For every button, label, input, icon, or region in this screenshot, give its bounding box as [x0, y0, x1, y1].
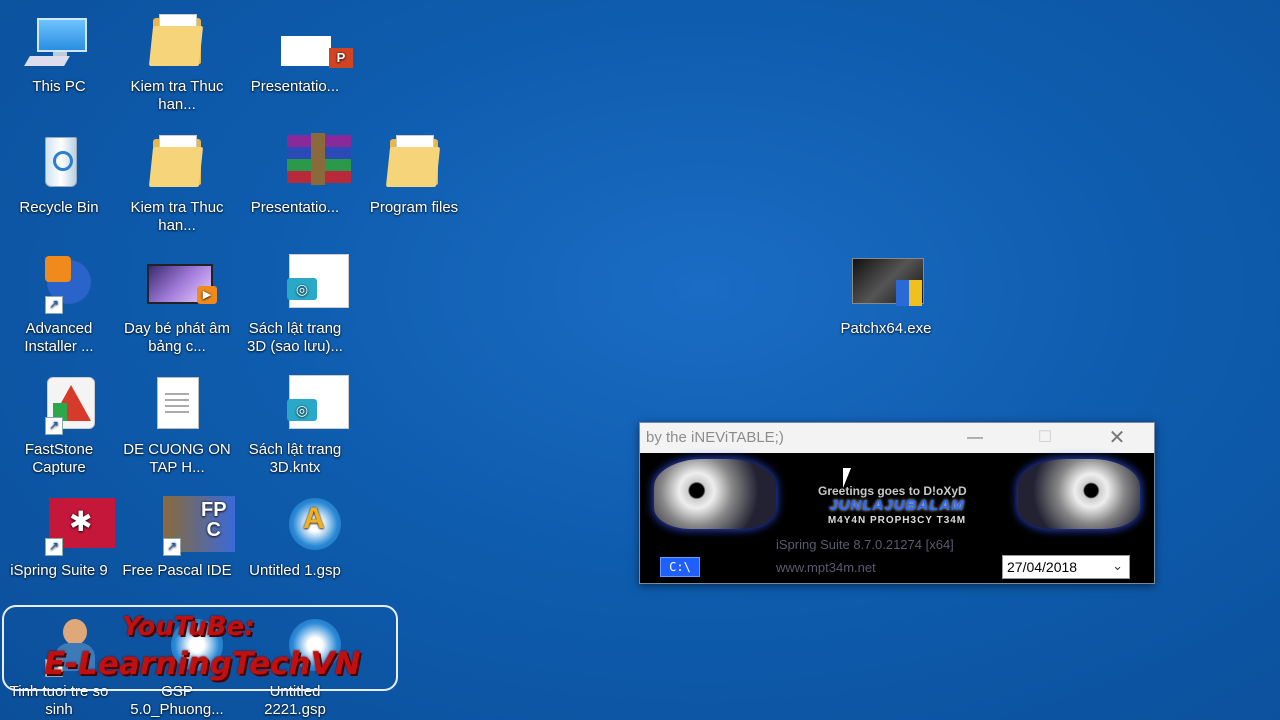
- date-picker[interactable]: 27/04/2018 ⌄: [1002, 555, 1130, 579]
- folder-icon: [141, 12, 213, 72]
- sach-lat-trang-2-icon-item[interactable]: ◎ Sách lật trang 3D.kntx: [236, 375, 354, 477]
- greetings-text: Greetings goes to D!oXyD: [818, 484, 967, 498]
- icon-label: Patchx64.exe: [840, 320, 932, 337]
- url-label: www.mpt34m.net: [776, 560, 876, 575]
- icon-label: Free Pascal IDE: [122, 562, 232, 579]
- watermark-line1: YouTuBe:: [122, 612, 255, 642]
- presentation-rar-icon-item[interactable]: Presentatio...: [236, 133, 354, 217]
- day-be-phat-icon-item[interactable]: ▶ Day bé phát âm bảng c...: [118, 254, 236, 356]
- icon-label: FastStone Capture: [24, 441, 94, 476]
- date-value: 27/04/2018: [1007, 559, 1078, 575]
- powerpoint-icon: P: [259, 12, 353, 72]
- patch-icon-item[interactable]: Patchx64.exe: [827, 254, 945, 338]
- icon-label: Presentatio...: [250, 199, 340, 216]
- kiem-tra-2-icon-item[interactable]: Kiem tra Thuc han...: [118, 133, 236, 235]
- gsp-icon: A: [259, 496, 341, 556]
- shortcut-arrow-icon: ↗: [45, 538, 63, 556]
- video-icon: ▶: [141, 254, 217, 314]
- shortcut-arrow-icon: ↗: [45, 417, 63, 435]
- faststone-icon: ↗: [23, 375, 95, 435]
- this-pc-icon-item[interactable]: This PC: [0, 12, 118, 96]
- icon-label: Sách lật trang 3D (sao lưu)...: [247, 320, 343, 355]
- shortcut-arrow-icon: ↗: [45, 296, 63, 314]
- icon-label: Presentatio...: [250, 78, 340, 95]
- kntx-file-icon: ◎: [259, 375, 349, 435]
- product-label: iSpring Suite 8.7.0.21274 [x64]: [776, 537, 954, 552]
- icon-label: DE CUONG ON TAP H...: [123, 441, 231, 476]
- patch-window: by the iNEViTABLE;) — ☐ ✕ Greetings goes…: [639, 422, 1155, 584]
- folder-icon: [141, 133, 213, 193]
- icon-label: Day bé phát âm bảng c...: [124, 320, 230, 355]
- shortcut-arrow-icon: ↗: [163, 538, 181, 556]
- recycle-bin-icon-item[interactable]: Recycle Bin: [0, 133, 118, 217]
- close-button[interactable]: ✕: [1094, 423, 1140, 453]
- icon-label: Sách lật trang 3D.kntx: [248, 441, 342, 476]
- banner-title: JUNLAJUBALAM: [829, 497, 965, 514]
- banner-subtitle: M4Y4N PROPH3CY T34M: [827, 515, 967, 526]
- folder-icon: [378, 133, 450, 193]
- sach-lat-trang-1-icon-item[interactable]: ◎ Sách lật trang 3D (sao lưu)...: [236, 254, 354, 356]
- ispring-icon: ✱ ↗: [23, 496, 115, 556]
- patch-exe-icon: [850, 254, 924, 314]
- icon-label: Kiem tra Thuc han...: [130, 78, 224, 113]
- untitled-1-icon-item[interactable]: A Untitled 1.gsp: [236, 496, 354, 580]
- de-cuong-icon-item[interactable]: DE CUONG ON TAP H...: [118, 375, 236, 477]
- icon-label: This PC: [32, 78, 86, 95]
- banner-area: Greetings goes to D!oXyD JUNLAJUBALAM M4…: [640, 453, 1154, 583]
- program-files-icon-item[interactable]: Program files: [355, 133, 473, 217]
- document-icon: [141, 375, 213, 435]
- faststone-icon-item[interactable]: ↗ FastStone Capture: [0, 375, 118, 477]
- kntx-file-icon: ◎: [259, 254, 349, 314]
- winrar-icon: [259, 133, 351, 193]
- watermark-line2: E-LearningTechVN: [44, 646, 361, 682]
- kiem-tra-1-icon-item[interactable]: Kiem tra Thuc han...: [118, 12, 236, 114]
- minimize-button[interactable]: —: [952, 423, 998, 453]
- installer-icon: ↗: [23, 254, 95, 314]
- maximize-button: ☐: [1037, 429, 1053, 446]
- chevron-down-icon[interactable]: ⌄: [1112, 558, 1123, 574]
- window-title: by the iNEViTABLE;): [646, 429, 784, 446]
- pascal-icon: FP C ↗: [141, 496, 235, 556]
- presentation-ppt-icon-item[interactable]: P Presentatio...: [236, 12, 354, 96]
- icon-label: Untitled 1.gsp: [249, 562, 341, 579]
- advanced-installer-icon-item[interactable]: ↗ Advanced Installer ...: [0, 254, 118, 356]
- icon-label: iSpring Suite 9: [10, 562, 108, 579]
- icon-label: Advanced Installer ...: [24, 320, 94, 355]
- computer-icon: [23, 12, 95, 72]
- window-titlebar[interactable]: by the iNEViTABLE;) — ☐ ✕: [640, 423, 1154, 453]
- free-pascal-icon-item[interactable]: FP C ↗ Free Pascal IDE: [118, 496, 236, 580]
- icon-label: Kiem tra Thuc han...: [130, 199, 224, 234]
- path-button[interactable]: C:\: [660, 557, 700, 577]
- skull-art-left-icon: [654, 459, 776, 529]
- mouse-cursor-icon: [843, 468, 861, 488]
- icon-label: Program files: [369, 199, 459, 216]
- skull-art-right-icon: [1018, 459, 1140, 529]
- icon-label: Recycle Bin: [19, 199, 99, 216]
- recycle-bin-icon: [23, 133, 95, 193]
- ispring-icon-item[interactable]: ✱ ↗ iSpring Suite 9: [0, 496, 118, 580]
